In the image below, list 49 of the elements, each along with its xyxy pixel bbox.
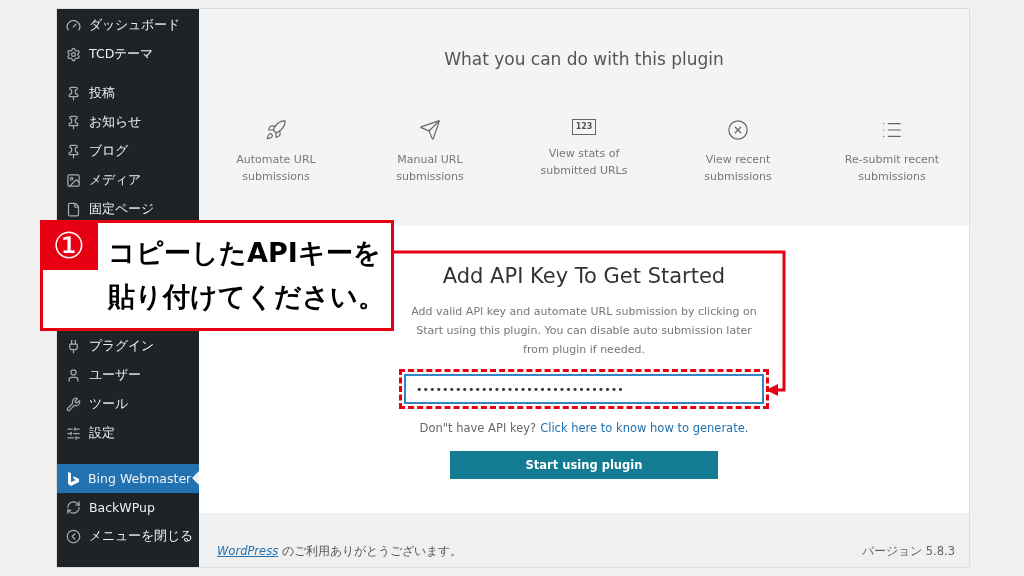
rocket-icon bbox=[265, 119, 287, 141]
sliders-icon bbox=[66, 426, 81, 441]
sidebar-item[interactable]: Bing Webmaster bbox=[57, 464, 199, 493]
sidebar-item[interactable]: ブログ bbox=[57, 137, 199, 166]
wrench-icon bbox=[66, 397, 81, 412]
paper-plane-icon bbox=[419, 119, 441, 141]
collapse-icon bbox=[66, 529, 81, 544]
callout-text: 貼り付けてください。 bbox=[108, 280, 385, 314]
sidebar-item[interactable]: プラグイン bbox=[57, 332, 199, 361]
setup-heading: Add API Key To Get Started bbox=[442, 264, 726, 288]
start-button[interactable]: Start using plugin bbox=[450, 451, 718, 479]
version-text: バージョン 5.8.3 bbox=[862, 544, 955, 559]
pin-icon bbox=[66, 144, 81, 159]
callout-text: コピーしたAPIキーを bbox=[108, 236, 381, 270]
sidebar-item[interactable]: BackWPup bbox=[57, 493, 199, 522]
feature-label: Manual URL submissions bbox=[395, 152, 465, 185]
wordpress-link[interactable]: WordPress bbox=[217, 544, 279, 558]
sidebar-item[interactable]: ツール bbox=[57, 390, 199, 419]
feature-label: View stats of submitted URLs bbox=[539, 146, 629, 179]
feature-label: Automate URL submissions bbox=[235, 152, 317, 185]
pin-icon bbox=[66, 115, 81, 130]
numbers-icon: 123 bbox=[571, 119, 597, 135]
pin-icon bbox=[66, 86, 81, 101]
footer-thanks: WordPress のご利用ありがとうございます。 bbox=[217, 544, 462, 559]
help-text: Don"t have API key? bbox=[419, 421, 537, 435]
sidebar-item[interactable]: 投稿 bbox=[57, 79, 199, 108]
circle-x-icon bbox=[727, 119, 749, 141]
gauge-icon bbox=[66, 18, 81, 33]
feature-label: View recent submissions bbox=[703, 152, 773, 185]
sidebar-item[interactable]: TCDテーマ bbox=[57, 40, 199, 69]
plug-icon bbox=[66, 339, 81, 354]
sidebar-item[interactable]: メニューを閉じる bbox=[57, 522, 199, 551]
image-icon bbox=[66, 173, 81, 188]
step-number: ① bbox=[40, 220, 98, 270]
sidebar-item[interactable]: お知らせ bbox=[57, 108, 199, 137]
sidebar-item[interactable]: 設定 bbox=[57, 419, 199, 448]
help-link[interactable]: Click here to know how to generate. bbox=[540, 421, 749, 435]
sidebar-item[interactable]: ダッシュボード bbox=[57, 11, 199, 40]
features-title: What you can do with this plugin bbox=[444, 49, 724, 69]
sidebar-item[interactable]: メディア bbox=[57, 166, 199, 195]
gear-icon bbox=[66, 47, 81, 62]
page-icon bbox=[66, 202, 81, 217]
b-logo-icon bbox=[66, 470, 80, 487]
setup-description: Add valid API key and automate URL submission by clicking on Start using this plugin. You can disable auto submission later from plugin if needed. bbox=[410, 304, 758, 358]
sync-icon bbox=[66, 500, 81, 515]
feature-label: Re-submit recent submissions bbox=[843, 152, 941, 185]
sidebar-item[interactable]: ユーザー bbox=[57, 361, 199, 390]
api-key-field[interactable]: •••••••••••••••••••••••••••••••• bbox=[404, 374, 764, 404]
user-icon bbox=[66, 368, 81, 383]
